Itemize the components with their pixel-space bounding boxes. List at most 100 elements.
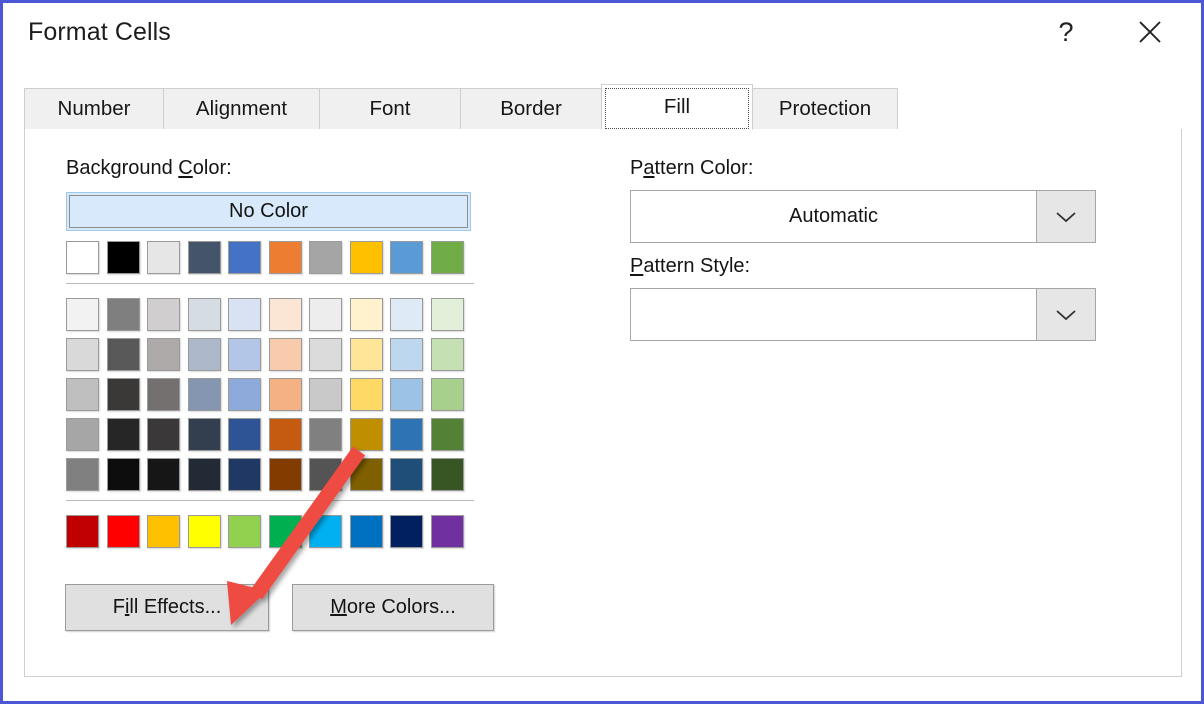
theme-variant-swatch-0-0[interactable] bbox=[66, 298, 99, 331]
pattern-style-dropdown[interactable] bbox=[630, 288, 1096, 341]
theme-variant-swatch-0-9[interactable] bbox=[430, 298, 464, 331]
theme-variant-swatch-2-0[interactable] bbox=[66, 378, 99, 411]
theme-variant-row-0 bbox=[66, 298, 474, 331]
close-button[interactable] bbox=[1119, 3, 1181, 61]
tab-font[interactable]: Font bbox=[319, 88, 461, 130]
label-accesskey: P bbox=[630, 255, 644, 277]
theme-variant-swatch-0-7[interactable] bbox=[349, 298, 383, 331]
more-colors-button[interactable]: More Colors... bbox=[292, 584, 494, 631]
theme-variant-swatch-2-5[interactable] bbox=[268, 378, 302, 411]
theme-variant-swatch-0-2[interactable] bbox=[147, 298, 180, 331]
theme-variant-swatch-4-9[interactable] bbox=[430, 458, 464, 491]
standard-color-swatch-4[interactable] bbox=[228, 515, 261, 548]
theme-variant-swatch-4-8[interactable] bbox=[390, 458, 423, 491]
theme-variant-swatch-0-5[interactable] bbox=[268, 298, 302, 331]
standard-color-swatch-6[interactable] bbox=[309, 515, 342, 548]
theme-color-swatch-8[interactable] bbox=[390, 241, 423, 274]
standard-color-swatch-8[interactable] bbox=[390, 515, 423, 548]
label-accesskey: M bbox=[330, 596, 347, 618]
fill-effects-button[interactable]: Fill Effects... bbox=[65, 584, 269, 631]
theme-variant-swatch-0-1[interactable] bbox=[106, 298, 140, 331]
theme-variant-swatch-1-2[interactable] bbox=[147, 338, 180, 371]
theme-variant-swatch-0-4[interactable] bbox=[228, 298, 261, 331]
theme-variant-swatch-1-9[interactable] bbox=[430, 338, 464, 371]
standard-color-swatch-1[interactable] bbox=[106, 515, 140, 548]
theme-color-swatch-9[interactable] bbox=[430, 241, 464, 274]
theme-variant-swatch-3-0[interactable] bbox=[66, 418, 99, 451]
pattern-color-dropdown-arrow[interactable] bbox=[1036, 191, 1095, 242]
theme-variant-swatch-2-1[interactable] bbox=[106, 378, 140, 411]
theme-variant-swatch-4-4[interactable] bbox=[228, 458, 261, 491]
theme-variant-swatch-2-3[interactable] bbox=[187, 378, 221, 411]
standard-color-swatch-7[interactable] bbox=[349, 515, 383, 548]
label-text: Background bbox=[66, 157, 179, 179]
theme-variant-swatch-1-5[interactable] bbox=[268, 338, 302, 371]
theme-color-swatch-6[interactable] bbox=[309, 241, 342, 274]
theme-variant-swatch-3-1[interactable] bbox=[106, 418, 140, 451]
standard-color-swatch-0[interactable] bbox=[66, 515, 99, 548]
standard-color-swatch-5[interactable] bbox=[268, 515, 302, 548]
theme-color-swatch-1[interactable] bbox=[106, 241, 140, 274]
page-title: Format Cells bbox=[28, 18, 171, 46]
theme-variant-swatch-3-8[interactable] bbox=[390, 418, 423, 451]
theme-variant-swatch-0-6[interactable] bbox=[309, 298, 342, 331]
theme-variant-swatch-1-8[interactable] bbox=[390, 338, 423, 371]
theme-variant-swatch-3-4[interactable] bbox=[228, 418, 261, 451]
theme-variant-swatch-2-2[interactable] bbox=[147, 378, 180, 411]
theme-variant-swatch-4-3[interactable] bbox=[187, 458, 221, 491]
palette-separator-top bbox=[66, 283, 474, 284]
theme-variant-swatch-4-0[interactable] bbox=[66, 458, 99, 491]
tab-protection[interactable]: Protection bbox=[752, 88, 898, 130]
no-color-button[interactable]: No Color bbox=[66, 192, 471, 231]
theme-variant-swatch-3-9[interactable] bbox=[430, 418, 464, 451]
button-label: More Colors... bbox=[330, 596, 456, 619]
theme-color-swatch-4[interactable] bbox=[228, 241, 261, 274]
standard-color-swatch-9[interactable] bbox=[430, 515, 464, 548]
theme-variant-swatch-1-0[interactable] bbox=[66, 338, 99, 371]
theme-variant-swatch-1-6[interactable] bbox=[309, 338, 342, 371]
theme-color-swatch-7[interactable] bbox=[349, 241, 383, 274]
theme-variant-swatch-2-7[interactable] bbox=[349, 378, 383, 411]
theme-variant-swatch-4-2[interactable] bbox=[147, 458, 180, 491]
theme-variant-swatch-4-6[interactable] bbox=[309, 458, 342, 491]
standard-color-swatch-2[interactable] bbox=[147, 515, 180, 548]
theme-variant-swatch-2-8[interactable] bbox=[390, 378, 423, 411]
theme-variant-swatch-4-5[interactable] bbox=[268, 458, 302, 491]
theme-colors-row bbox=[66, 241, 474, 274]
tab-strip: Number Alignment Font Border Fill Protec… bbox=[24, 84, 1182, 130]
theme-color-swatch-2[interactable] bbox=[147, 241, 180, 274]
theme-variant-swatch-4-1[interactable] bbox=[106, 458, 140, 491]
theme-color-swatch-0[interactable] bbox=[66, 241, 99, 274]
theme-variant-swatch-1-4[interactable] bbox=[228, 338, 261, 371]
format-cells-dialog: Format Cells ? Number Alignment Font Bor… bbox=[0, 0, 1204, 704]
theme-variant-swatch-2-9[interactable] bbox=[430, 378, 464, 411]
tab-border[interactable]: Border bbox=[460, 88, 602, 130]
theme-variant-swatch-2-6[interactable] bbox=[309, 378, 342, 411]
theme-color-swatch-5[interactable] bbox=[268, 241, 302, 274]
theme-variant-swatch-1-3[interactable] bbox=[187, 338, 221, 371]
help-button[interactable]: ? bbox=[1035, 3, 1097, 61]
theme-variant-swatch-3-3[interactable] bbox=[187, 418, 221, 451]
pattern-style-dropdown-arrow[interactable] bbox=[1036, 289, 1095, 340]
theme-variant-swatch-2-4[interactable] bbox=[228, 378, 261, 411]
theme-variant-swatch-3-2[interactable] bbox=[147, 418, 180, 451]
theme-variant-swatch-1-1[interactable] bbox=[106, 338, 140, 371]
theme-variant-swatch-3-5[interactable] bbox=[268, 418, 302, 451]
tab-fill[interactable]: Fill bbox=[601, 84, 753, 130]
theme-variant-swatch-0-8[interactable] bbox=[390, 298, 423, 331]
theme-variant-swatch-0-3[interactable] bbox=[187, 298, 221, 331]
theme-variant-swatch-3-6[interactable] bbox=[309, 418, 342, 451]
no-color-button-inner: No Color bbox=[69, 195, 468, 228]
tab-alignment[interactable]: Alignment bbox=[163, 88, 320, 130]
label-accesskey: a bbox=[643, 157, 655, 179]
tab-number[interactable]: Number bbox=[24, 88, 164, 130]
theme-variant-swatch-4-7[interactable] bbox=[349, 458, 383, 491]
chevron-down-icon bbox=[1056, 211, 1076, 222]
theme-color-swatch-3[interactable] bbox=[187, 241, 221, 274]
question-mark-icon: ? bbox=[1058, 16, 1074, 47]
theme-variant-swatch-1-7[interactable] bbox=[349, 338, 383, 371]
standard-color-swatch-3[interactable] bbox=[187, 515, 221, 548]
theme-variant-swatch-3-7[interactable] bbox=[349, 418, 383, 451]
pattern-color-dropdown[interactable]: Automatic bbox=[630, 190, 1096, 243]
theme-variant-row-4 bbox=[66, 458, 474, 491]
